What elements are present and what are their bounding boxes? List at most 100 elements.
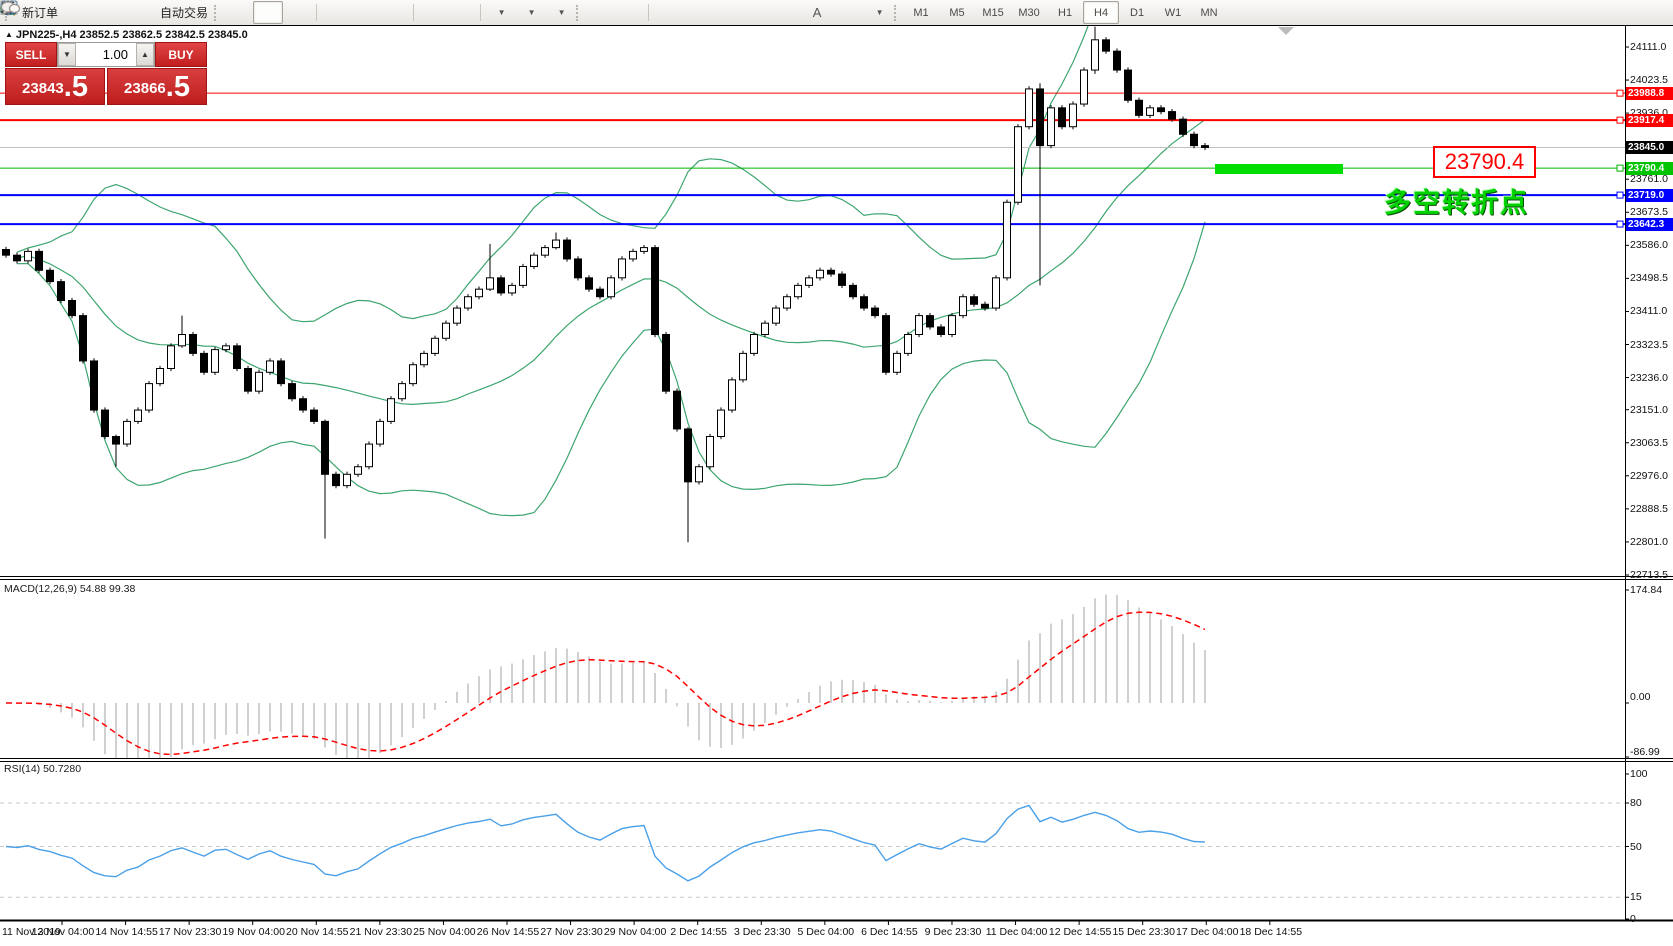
crosshair-tool-button[interactable] [615,1,645,24]
zoom-in-button[interactable] [320,1,350,24]
auto-scroll-button[interactable] [417,1,447,24]
time-axis-label: 18 Dec 14:55 [1236,926,1306,938]
macd-label: MACD(12,26,9) 54.88 99.38 [4,583,135,595]
cursor-tool-button[interactable] [585,1,615,24]
rsi-axis-tick: 15 [1630,891,1642,903]
toolbar-grip [576,5,581,21]
toolbar-separator [413,4,414,21]
fibonacci-tool-button[interactable]: F [772,1,802,24]
price-line-label: 23988.8 [1626,87,1673,100]
horizontal-line-tool-button[interactable] [682,1,712,24]
timeframe-d1[interactable]: D1 [1119,1,1155,24]
price-line-label: 23845.0 [1626,141,1673,154]
price-axis-tick: 22801.0 [1630,536,1668,548]
community-button[interactable] [92,1,122,24]
price-axis-tick: 23063.5 [1630,437,1668,449]
turning-point-annotation[interactable]: 多空转折点 [1384,181,1529,220]
price-axis-tick: 24023.5 [1630,74,1668,86]
volume-input[interactable] [76,43,136,66]
templates-button[interactable]: ▼ [544,1,574,24]
volume-stepper: ▼ ▲ [57,42,155,67]
text-tool-button[interactable]: A [802,1,832,24]
arrows-tool-button[interactable]: ▼ [862,1,892,24]
rsi-axis-tick: 0 [1630,913,1636,925]
new-order-button[interactable]: 新订单 [14,1,62,24]
macd-axis-tick: 174.84 [1630,584,1662,596]
price-axis-tick: 23761.0 [1630,173,1668,185]
timeframe-m30[interactable]: M30 [1011,1,1047,24]
collapse-triangle-icon[interactable]: ▲ [5,30,13,39]
rsi-label: RSI(14) 50.7280 [4,763,81,775]
price-line-label: 23642.3 [1626,218,1673,231]
price-axis-tick: 23673.5 [1630,206,1668,218]
toolbar-separator [648,4,649,21]
timeframe-m5[interactable]: M5 [939,1,975,24]
time-axis-label: 2 Dec 14:55 [664,926,734,938]
rsi-indicator [0,803,1625,897]
time-axis-label: 5 Dec 04:00 [791,926,861,938]
timeframe-h1[interactable]: H1 [1047,1,1083,24]
sell-button[interactable]: SELL [5,42,57,67]
candlestick-chart-button[interactable] [253,1,283,24]
text-tool-icon: A [813,5,822,20]
rsi-axis-tick: 50 [1630,841,1642,853]
label-tool-button[interactable]: T [832,1,862,24]
line-chart-button[interactable] [283,1,313,24]
rsi-axis-tick: 100 [1630,768,1648,780]
sell-price-decimal: .5 [64,72,88,102]
vertical-line-tool-button[interactable] [652,1,682,24]
search-button[interactable] [1604,1,1634,24]
trendline-tool-button[interactable] [712,1,742,24]
time-axis-label: 19 Nov 04:00 [219,926,289,938]
chart-surface[interactable] [0,0,1673,946]
chart-shift-button[interactable] [447,1,477,24]
price-axis-tick: 23411.0 [1630,305,1667,317]
time-axis-label: 29 Nov 04:00 [600,926,670,938]
new-order-label: 新订单 [22,4,58,21]
time-axis-label: 17 Dec 04:00 [1172,926,1242,938]
zoom-out-button[interactable] [350,1,380,24]
toolbar-separator [480,4,481,21]
signals-button[interactable] [122,1,152,24]
indicators-button[interactable]: ▼ [484,1,514,24]
toolbar-grip [894,5,899,21]
toolbar-grip [214,5,219,21]
volume-decrease-button[interactable]: ▼ [58,43,76,66]
chat-button[interactable] [1634,1,1664,24]
dropdown-caret-icon: ▼ [498,8,506,17]
periods-button[interactable]: ▼ [514,1,544,24]
timeframe-h4[interactable]: H4 [1083,1,1119,24]
toolbar-separator [316,4,317,21]
symbol-header: ▲JPN225-,H4 23852.5 23862.5 23842.5 2384… [5,29,248,41]
tile-windows-button[interactable] [380,1,410,24]
timeframe-group: M1M5M15M30H1H4D1W1MN [903,1,1227,24]
buy-price-main: 23866 [124,76,166,102]
time-axis-label: 6 Dec 14:55 [854,926,924,938]
buy-price[interactable]: 23866.5 [107,68,207,105]
buy-button[interactable]: BUY [155,42,207,67]
time-axis-label: 17 Nov 23:30 [155,926,225,938]
price-annotation-box[interactable]: 23790.4 [1433,146,1536,178]
time-axis-label: 3 Dec 23:30 [727,926,797,938]
bar-chart-button[interactable] [223,1,253,24]
sell-price[interactable]: 23843.5 [5,68,105,105]
price-line-label: 23790.4 [1626,162,1673,175]
timeframe-m15[interactable]: M15 [975,1,1011,24]
timeframe-mn[interactable]: MN [1191,1,1227,24]
channel-tool-button[interactable]: E [742,1,772,24]
time-axis-label: 11 Dec 04:00 [982,926,1052,938]
green-highlight-bar[interactable] [1215,164,1343,174]
buy-price-decimal: .5 [166,72,190,102]
one-click-trading-panel: SELL ▼ ▲ BUY 23843.5 23866.5 [5,42,207,105]
autotrading-button[interactable]: 自动交易 [152,1,212,24]
chart-shift-marker-icon[interactable] [1278,27,1294,35]
timeframe-w1[interactable]: W1 [1155,1,1191,24]
time-axis-label: 12 Dec 14:55 [1045,926,1115,938]
time-axis-label: 26 Nov 14:55 [473,926,543,938]
volume-increase-button[interactable]: ▲ [136,43,154,66]
timeframe-m1[interactable]: M1 [903,1,939,24]
time-axis-label: 21 Nov 23:30 [346,926,416,938]
symbol-ohlc-text: JPN225-,H4 23852.5 23862.5 23842.5 23845… [16,29,248,41]
price-line-label: 23917.4 [1626,114,1673,127]
market-button[interactable] [62,1,92,24]
